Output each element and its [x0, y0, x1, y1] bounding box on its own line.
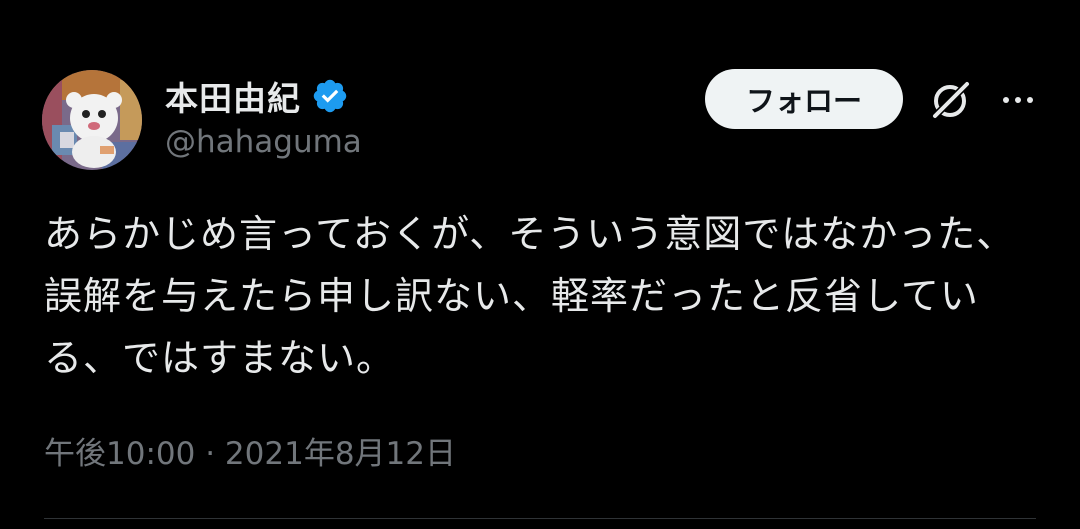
more-options-icon[interactable] [998, 85, 1038, 115]
tweet-time: 午後10:00 [44, 436, 196, 472]
tweet-text: あらかじめ言っておくが、そういう意図ではなかった、誤解を与えたら申し訳ない、軽率… [44, 212, 1016, 380]
display-name[interactable]: 本田由紀 [165, 72, 301, 120]
avatar[interactable] [42, 70, 142, 170]
verified-badge-icon[interactable] [311, 77, 349, 115]
divider [44, 518, 1036, 519]
author-handle[interactable]: @hahaguma [165, 124, 362, 160]
timestamp-link[interactable]: 午後10:00 · 2021年8月12日 [44, 436, 456, 472]
tweet-date: 2021年8月12日 [224, 436, 456, 472]
avatar-image [42, 70, 142, 170]
tweet: 本田由紀 @hahaguma フォロー あらかじめ言っておくが、そういう意図では… [0, 0, 1080, 529]
follow-button[interactable]: フォロー [705, 69, 903, 129]
author-name-row: 本田由紀 [165, 72, 349, 120]
tweet-timestamp: 午後10:00 · 2021年8月12日 [44, 428, 456, 473]
grok-icon[interactable] [925, 76, 975, 126]
timestamp-separator: · [205, 436, 216, 472]
